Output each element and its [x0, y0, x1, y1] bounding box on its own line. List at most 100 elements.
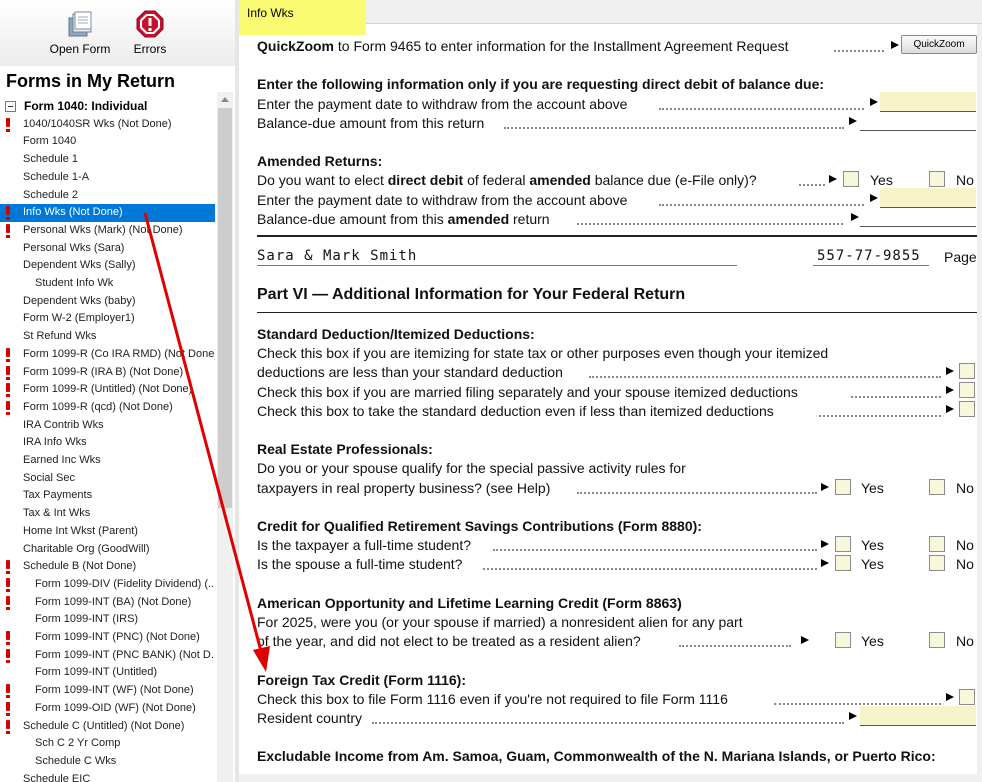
amended-yes-checkbox[interactable] — [843, 171, 859, 187]
aotc-line-2: of the year, and did not elect to be tre… — [257, 633, 641, 649]
tree-item[interactable]: Form 1099-OID (WF) (Not Done) — [0, 700, 215, 718]
amended-balance-input[interactable] — [860, 207, 976, 227]
balance-due-label: Balance-due amount from this return — [257, 115, 485, 131]
resident-country-label: Resident country — [257, 710, 363, 726]
error-icon — [6, 365, 10, 380]
nonresident-yes-checkbox[interactable] — [835, 632, 851, 648]
tree-item-label: Tax Payments — [23, 489, 93, 502]
tree-item-label: Form 1099-R (qcd) (Not Done) — [23, 400, 173, 413]
form-horizontal-scrollbar[interactable] — [239, 774, 977, 782]
tree-item[interactable]: 1040/1040SR Wks (Not Done) — [0, 116, 215, 134]
mfs-spouse-itemized-checkbox[interactable] — [959, 382, 975, 398]
pointer-icon — [849, 712, 857, 720]
tree-item-label: Dependent Wks (baby) — [23, 294, 136, 307]
tree-item[interactable]: Schedule B (Not Done) — [0, 558, 215, 576]
real-estate-no-checkbox[interactable] — [929, 479, 945, 495]
tree-item[interactable]: Schedule 1 — [0, 151, 215, 169]
tree-item[interactable]: Form 1099-INT (PNC BANK) (Not D... — [0, 647, 215, 665]
tree-item-label: IRA Info Wks — [23, 436, 87, 449]
error-icon — [6, 595, 10, 610]
tree-item[interactable]: Charitable Org (GoodWill) — [0, 541, 215, 559]
form-vertical-scrollbar[interactable] — [977, 24, 982, 782]
tree-item[interactable]: Form 1099-INT (PNC) (Not Done) — [0, 629, 215, 647]
balance-due-input[interactable] — [860, 111, 976, 131]
spouse-student-yes-checkbox[interactable] — [835, 555, 851, 571]
resident-country-input[interactable] — [860, 706, 976, 726]
dot-leader — [851, 384, 941, 398]
tree-item[interactable]: Form W-2 (Employer1) — [0, 310, 215, 328]
tree-item[interactable]: Info Wks (Not Done) — [0, 204, 215, 222]
payment-date-input[interactable] — [880, 92, 976, 112]
open-form-icon — [68, 11, 92, 37]
tree-item[interactable]: Form 1099-DIV (Fidelity Dividend) (... — [0, 576, 215, 594]
tree-item[interactable]: Dependent Wks (Sally) — [0, 257, 215, 275]
tree-item[interactable]: Schedule 1-A — [0, 169, 215, 187]
tree-item[interactable]: Personal Wks (Mark) (Not Done) — [0, 222, 215, 240]
tree-item-label: Dependent Wks (Sally) — [23, 259, 136, 272]
amended-no-checkbox[interactable] — [929, 171, 945, 187]
tree-item-label: Personal Wks (Sara) — [23, 241, 125, 254]
yes-label: Yes — [861, 537, 884, 553]
pointer-icon — [946, 405, 954, 413]
quickzoom-bold: QuickZoom — [257, 38, 335, 54]
dot-leader — [659, 192, 864, 206]
form-view: Info Wks QuickZoom to Form 9465 to enter… — [239, 0, 982, 782]
ftc-heading: Foreign Tax Credit (Form 1116): — [257, 672, 467, 688]
tree-item[interactable]: Personal Wks (Sara) — [0, 240, 215, 258]
scroll-up-icon[interactable] — [221, 97, 229, 102]
tree-item[interactable]: Home Int Wkst (Parent) — [0, 523, 215, 541]
tree-item[interactable]: Schedule C Wks — [0, 753, 215, 771]
errors-label: Errors — [133, 42, 167, 56]
tree-item[interactable]: Form 1099-R (qcd) (Not Done) — [0, 399, 215, 417]
open-form-button[interactable]: Open Form — [46, 6, 114, 62]
tree-item[interactable]: St Refund Wks — [0, 328, 215, 346]
tree-item[interactable]: IRA Info Wks — [0, 434, 215, 452]
tree-item[interactable]: Schedule C (Untitled) (Not Done) — [0, 718, 215, 736]
tree-item[interactable]: Earned Inc Wks — [0, 452, 215, 470]
tree-item[interactable]: Form 1099-INT (BA) (Not Done) — [0, 594, 215, 612]
nonresident-no-checkbox[interactable] — [929, 632, 945, 648]
tree-item[interactable]: Schedule 2 — [0, 187, 215, 205]
text: return — [509, 211, 550, 227]
taxpayer-student-yes-checkbox[interactable] — [835, 536, 851, 552]
tree-item[interactable]: Form 1099-INT (IRS) — [0, 611, 215, 629]
tree-item-label: Schedule C Wks — [35, 754, 117, 767]
text: Do you want to elect — [257, 172, 388, 188]
error-icon — [6, 223, 10, 238]
forms-tree-scrollbar[interactable] — [217, 92, 233, 782]
part-vi-heading: Part VI — Additional Information for You… — [257, 286, 686, 303]
tree-item[interactable]: Form 1099-R (Untitled) (Not Done) — [0, 381, 215, 399]
take-std-ded-checkbox[interactable] — [959, 401, 975, 417]
itemize-state-checkbox[interactable] — [959, 363, 975, 379]
text-bold: amended — [529, 172, 591, 188]
dot-leader — [577, 211, 843, 225]
tree-item[interactable]: Dependent Wks (baby) — [0, 293, 215, 311]
amended-payment-date-input[interactable] — [880, 188, 976, 208]
tree-item-label: Form 1099-INT (Untitled) — [35, 666, 158, 679]
tree-item[interactable]: Tax & Int Wks — [0, 505, 215, 523]
scrollbar-thumb[interactable] — [218, 108, 232, 508]
quickzoom-button[interactable]: QuickZoom — [901, 35, 977, 54]
tree-item-label: Form 1099-DIV (Fidelity Dividend) (... — [35, 577, 215, 590]
tree-item[interactable]: Form 1099-R (Co IRA RMD) (Not Done) — [0, 346, 215, 364]
file-form-1116-checkbox[interactable] — [959, 689, 975, 705]
error-icon — [6, 117, 10, 132]
tree-item[interactable]: Schedule EIC — [0, 771, 215, 782]
tree-item[interactable]: Form 1099-INT (Untitled) — [0, 664, 215, 682]
taxpayer-student-no-checkbox[interactable] — [929, 536, 945, 552]
collapse-icon[interactable] — [5, 101, 16, 112]
tree-item[interactable]: Sch C 2 Yr Comp — [0, 735, 215, 753]
errors-button[interactable]: Errors — [128, 6, 172, 62]
yes-label: Yes — [861, 480, 884, 496]
tree-item[interactable]: IRA Contrib Wks — [0, 417, 215, 435]
spouse-student-no-checkbox[interactable] — [929, 555, 945, 571]
tree-item[interactable]: Tax Payments — [0, 487, 215, 505]
std-ded-line-4: Check this box to take the standard dedu… — [257, 403, 774, 419]
tree-root-form-1040[interactable]: Form 1040: Individual — [0, 98, 215, 116]
tree-item[interactable]: Student Info Wk — [0, 275, 215, 293]
real-estate-yes-checkbox[interactable] — [835, 479, 851, 495]
tree-item[interactable]: Social Sec — [0, 470, 215, 488]
tree-item[interactable]: Form 1099-INT (WF) (Not Done) — [0, 682, 215, 700]
tree-item[interactable]: Form 1099-R (IRA B) (Not Done) — [0, 364, 215, 382]
tree-item[interactable]: Form 1040 — [0, 133, 215, 151]
